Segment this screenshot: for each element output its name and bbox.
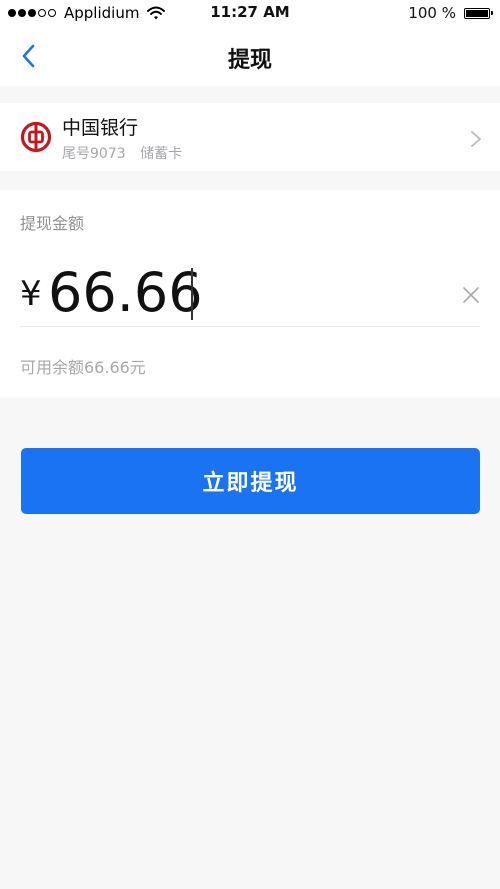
text-cursor [191, 268, 193, 320]
bank-card-info: 尾号9073 储蓄卡 [62, 143, 182, 163]
amount-section: 提现金额 ¥ 66.66 可用余额66.66元 [0, 190, 500, 397]
withdraw-button[interactable]: 立即提现 [21, 448, 480, 514]
currency-symbol: ¥ [20, 274, 42, 314]
amount-label: 提现金额 [20, 214, 85, 233]
nav-bar: 提现 [0, 26, 500, 86]
page-title: 提现 [227, 48, 272, 73]
bank-card-selector[interactable]: 中国银行 尾号9073 储蓄卡 [0, 103, 500, 171]
available-balance: 可用余额66.66元 [20, 358, 146, 377]
card-type: 储蓄卡 [140, 146, 183, 162]
status-right: 100 % [408, 3, 493, 23]
status-bar: Applidium 11:27 AM 100 % [0, 0, 500, 26]
close-icon[interactable] [462, 286, 480, 304]
amount-input[interactable]: ¥ 66.66 [20, 260, 480, 327]
battery-icon [464, 7, 493, 19]
bank-of-china-logo-icon [20, 121, 52, 153]
battery-fill [466, 9, 488, 17]
amount-value: 66.66 [48, 261, 203, 324]
chevron-right-icon [471, 131, 481, 147]
battery-percent: 100 % [408, 4, 456, 22]
card-tail-number: 尾号9073 [62, 146, 126, 162]
bank-name: 中国银行 [62, 117, 139, 139]
